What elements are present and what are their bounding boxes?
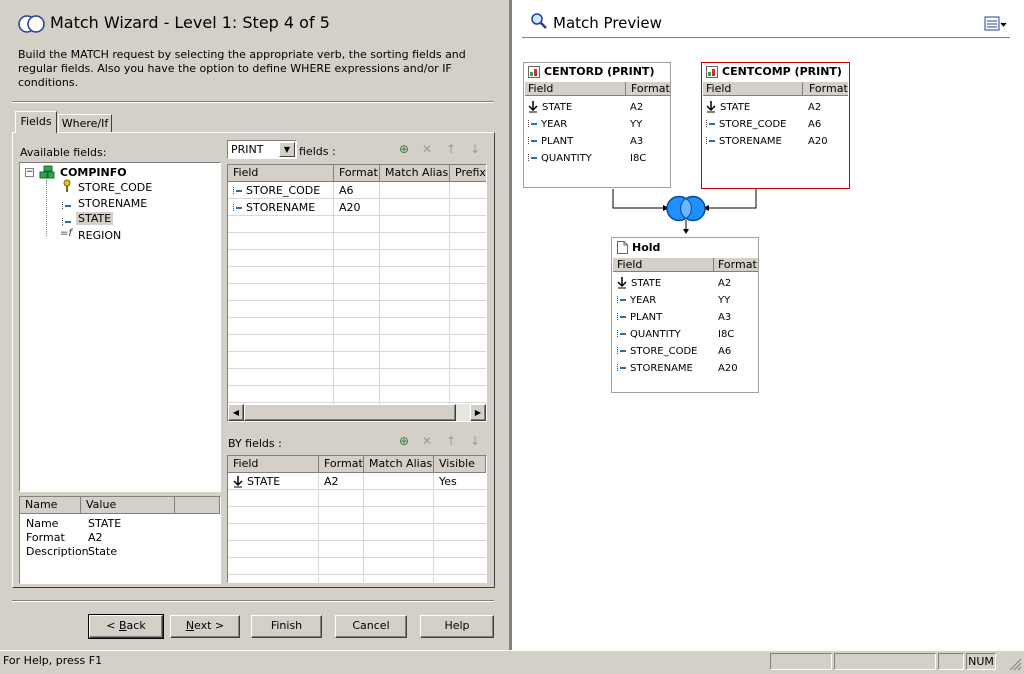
list-item: STATE (617, 277, 661, 291)
available-fields-label: Available fields: (20, 146, 107, 159)
status-pane (938, 653, 964, 670)
field-icon (617, 346, 626, 356)
grid-header-format[interactable]: Format (334, 165, 380, 182)
grid-header-field[interactable]: Field (228, 165, 334, 182)
table-row[interactable]: STORENAME A20 (228, 199, 486, 216)
properties-header-name: Name (20, 497, 81, 514)
move-down-icon[interactable]: ↓ (468, 434, 482, 448)
field-icon (62, 217, 71, 227)
list-item: YEAR (617, 294, 656, 308)
scroll-right-button[interactable]: ▶ (470, 404, 486, 421)
status-bar: For Help, press F1 NUM (0, 650, 1024, 672)
delete-icon[interactable]: ✕ (420, 434, 434, 448)
computed-field-icon: =f (60, 228, 72, 239)
status-help-text: For Help, press F1 (3, 654, 103, 667)
back-button[interactable]: < Back (88, 614, 164, 639)
key-icon (62, 179, 72, 193)
list-item: STORE_CODE (617, 345, 697, 359)
move-up-icon[interactable]: ↑ (444, 142, 458, 156)
field-properties-grid: Name Value Name STATE Format A2 Descript… (19, 496, 221, 584)
chevron-down-icon[interactable]: ▼ (279, 142, 295, 157)
grid-header-match-alias[interactable]: Match Alias (364, 456, 434, 473)
by-fields-grid[interactable]: Field Format Match Alias Visible STATE A… (227, 455, 487, 583)
grid-header-prefix[interactable]: Prefix (450, 165, 486, 182)
wizard-description: Build the MATCH request by selecting the… (18, 48, 466, 89)
sort-ascending-icon (617, 277, 628, 289)
list-item: STORENAME (617, 362, 693, 376)
cancel-button[interactable]: Cancel (335, 615, 407, 638)
tab-fields[interactable]: Fields (15, 111, 57, 133)
grid-header-match-alias[interactable]: Match Alias (380, 165, 450, 182)
list-item: PLANT (617, 311, 662, 325)
hold-title: Hold (632, 241, 661, 254)
sort-ascending-icon (233, 476, 244, 488)
properties-header-blank (175, 497, 220, 514)
tab-where-if[interactable]: Where/If (58, 114, 112, 133)
field-icon (233, 186, 242, 196)
field-icon (233, 203, 242, 213)
add-field-icon[interactable]: ⊕ (397, 142, 411, 156)
move-down-icon[interactable]: ↓ (468, 142, 482, 156)
database-icon (39, 165, 55, 179)
match-wizard-icon (17, 14, 47, 34)
tree-item[interactable]: STORENAME (62, 197, 147, 211)
grid-header-field[interactable]: Field (228, 456, 319, 473)
field-icon (62, 201, 71, 211)
scroll-thumb[interactable] (244, 404, 456, 421)
horizontal-scrollbar[interactable]: ◀ ▶ (228, 404, 486, 421)
delete-icon[interactable]: ✕ (420, 142, 434, 156)
next-button[interactable]: Next > (170, 615, 240, 638)
tree-connector (46, 180, 47, 236)
document-icon (617, 241, 628, 254)
match-preview-panel: Match Preview CENTORD (PRINT) Field Form… (512, 0, 1024, 650)
help-button[interactable]: Help (420, 615, 494, 638)
field-icon (617, 295, 626, 305)
status-num-indicator: NUM (966, 653, 996, 670)
move-up-icon[interactable]: ↑ (444, 434, 458, 448)
add-field-icon[interactable]: ⊕ (397, 434, 411, 448)
grid-header-format[interactable]: Format (319, 456, 364, 473)
scroll-left-button[interactable]: ◀ (228, 404, 244, 421)
match-merge-icon[interactable] (664, 195, 708, 222)
hold-header: Field Format (613, 258, 758, 272)
table-row[interactable]: STATE A2 Yes (228, 473, 486, 490)
status-pane (834, 653, 936, 670)
table-row[interactable]: STORE_CODE A6 (228, 182, 486, 199)
field-icon (617, 312, 626, 322)
status-pane (770, 653, 832, 670)
tree-item-selected[interactable]: STATE (62, 212, 114, 227)
match-connector (612, 189, 757, 234)
grid-body: STATE A2 Yes (228, 473, 486, 582)
properties-header-value: Value (81, 497, 175, 514)
tree-collapse-toggle[interactable]: − (25, 168, 34, 177)
finish-button[interactable]: Finish (251, 615, 322, 638)
grid-body: STORE_CODE A6 STORENAME A20 (228, 182, 486, 404)
resize-grip-icon[interactable] (1006, 655, 1022, 671)
tree-root-compinfo[interactable]: COMPINFO (60, 166, 127, 179)
wizard-title: Match Wizard - Level 1: Step 4 of 5 (50, 13, 330, 32)
field-icon (617, 329, 626, 339)
available-fields-tree[interactable]: − COMPINFO STORE_CODE STORENAME STATE =f… (19, 162, 221, 492)
list-item: QUANTITY (617, 328, 681, 342)
match-wizard-panel: Match Wizard - Level 1: Step 4 of 5 Buil… (0, 0, 509, 650)
verb-fields-label: fields : (299, 145, 336, 158)
grid-header-visible[interactable]: Visible (434, 456, 486, 473)
field-icon (617, 363, 626, 373)
header-divider (12, 101, 494, 103)
verb-select[interactable]: PRINT ▼ (227, 140, 297, 159)
by-fields-label: BY fields : (228, 437, 282, 450)
hold-table-box[interactable]: Hold Field Format STATE A2 YEAR YY PLANT… (611, 237, 759, 393)
print-fields-grid[interactable]: Field Format Match Alias Prefix STORE_CO… (227, 164, 487, 422)
footer-divider (12, 600, 494, 602)
